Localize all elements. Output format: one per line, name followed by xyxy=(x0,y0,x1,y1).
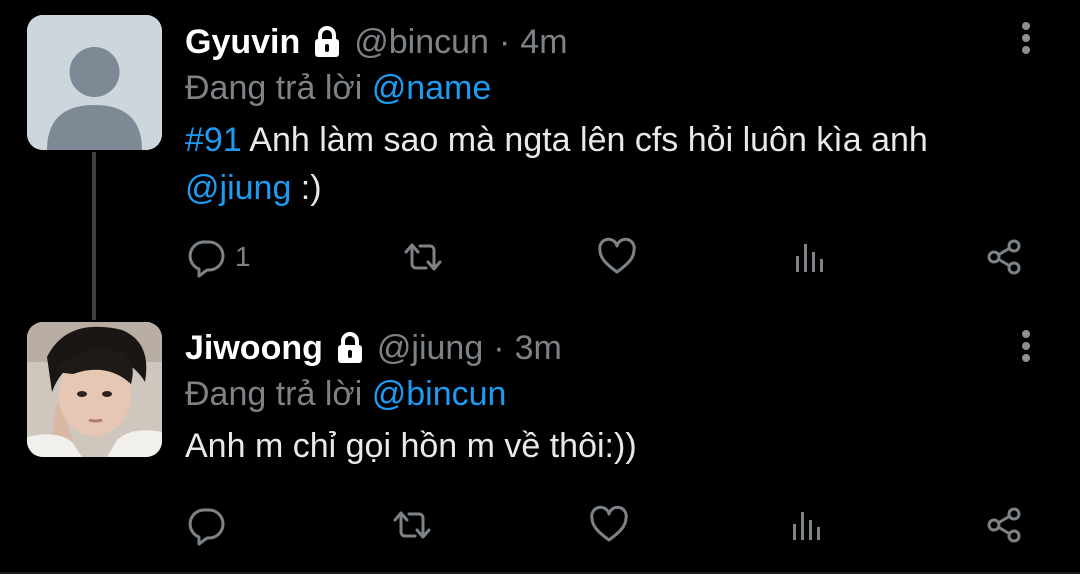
tweet-text-main: Anh làm sao mà ngta lên cfs hỏi luôn kìa… xyxy=(241,121,928,159)
handle[interactable]: @bincun xyxy=(354,23,489,62)
like-icon xyxy=(598,237,636,274)
reply-to-link[interactable]: @name xyxy=(372,69,492,107)
tweet-content: Gyuvin @bincun · 4m Đang trả lời @name #… xyxy=(185,20,1020,212)
hashtag-link[interactable]: #91 xyxy=(185,121,242,159)
reply-icon xyxy=(188,508,225,546)
like-button[interactable] xyxy=(596,236,638,278)
tweet-content: Jiwoong @jiung · 3m Đang trả lời @bincun… xyxy=(185,326,1020,470)
avatar[interactable] xyxy=(27,15,162,150)
analytics-icon xyxy=(796,244,824,272)
reply-button[interactable] xyxy=(185,504,235,546)
more-options-icon[interactable] xyxy=(1014,328,1038,364)
share-button[interactable] xyxy=(983,236,1025,278)
analytics-button[interactable] xyxy=(786,504,828,546)
display-name[interactable]: Jiwoong xyxy=(185,329,323,368)
retweet-icon xyxy=(404,243,442,271)
reply-button[interactable]: 1 xyxy=(185,236,251,278)
like-button[interactable] xyxy=(588,504,630,546)
mention-link[interactable]: @jiung xyxy=(185,169,291,207)
tweet-text: #91 Anh làm sao mà ngta lên cfs hỏi luôn… xyxy=(185,116,1020,212)
analytics-icon xyxy=(792,512,820,540)
reply-count: 1 xyxy=(235,241,251,272)
separator: · xyxy=(493,328,505,367)
more-options-icon[interactable] xyxy=(1014,20,1038,56)
reply-prefix: Đang trả lời xyxy=(185,375,363,413)
default-avatar-icon xyxy=(27,15,162,150)
tweet-header: Jiwoong @jiung · 3m xyxy=(185,326,1020,370)
reply-icon xyxy=(188,240,225,278)
action-bar: 1 xyxy=(185,236,1025,278)
reply-to-link[interactable]: @bincun xyxy=(372,375,507,413)
lock-icon xyxy=(315,26,340,57)
share-button[interactable] xyxy=(983,504,1025,546)
share-icon xyxy=(987,507,1021,543)
tweet-text: Anh m chỉ gọi hồn m về thôi:)) xyxy=(185,427,637,465)
thread-line xyxy=(92,152,96,320)
retweet-icon xyxy=(393,511,430,539)
tweet[interactable]: Gyuvin @bincun · 4m Đang trả lời @name #… xyxy=(0,0,1080,320)
retweet-button[interactable] xyxy=(391,504,433,546)
handle[interactable]: @jiung xyxy=(377,329,483,368)
tweet-text-suffix: :) xyxy=(291,169,322,207)
avatar[interactable] xyxy=(27,322,162,457)
reply-prefix: Đang trả lời xyxy=(185,69,363,107)
profile-photo xyxy=(27,322,162,457)
replying-to: Đang trả lời @name xyxy=(185,64,1020,112)
retweet-button[interactable] xyxy=(402,236,444,278)
display-name[interactable]: Gyuvin xyxy=(185,23,300,62)
tweet[interactable]: Jiwoong @jiung · 3m Đang trả lời @bincun… xyxy=(0,312,1080,574)
replying-to: Đang trả lời @bincun xyxy=(185,370,1020,418)
lock-icon xyxy=(337,332,362,363)
share-icon xyxy=(987,239,1021,275)
analytics-button[interactable] xyxy=(789,236,831,278)
timestamp[interactable]: 3m xyxy=(515,329,562,368)
action-bar xyxy=(185,504,1025,546)
like-icon xyxy=(590,505,628,542)
separator: · xyxy=(498,22,511,61)
tweet-header: Gyuvin @bincun · 4m xyxy=(185,20,1020,64)
timestamp[interactable]: 4m xyxy=(520,23,567,62)
